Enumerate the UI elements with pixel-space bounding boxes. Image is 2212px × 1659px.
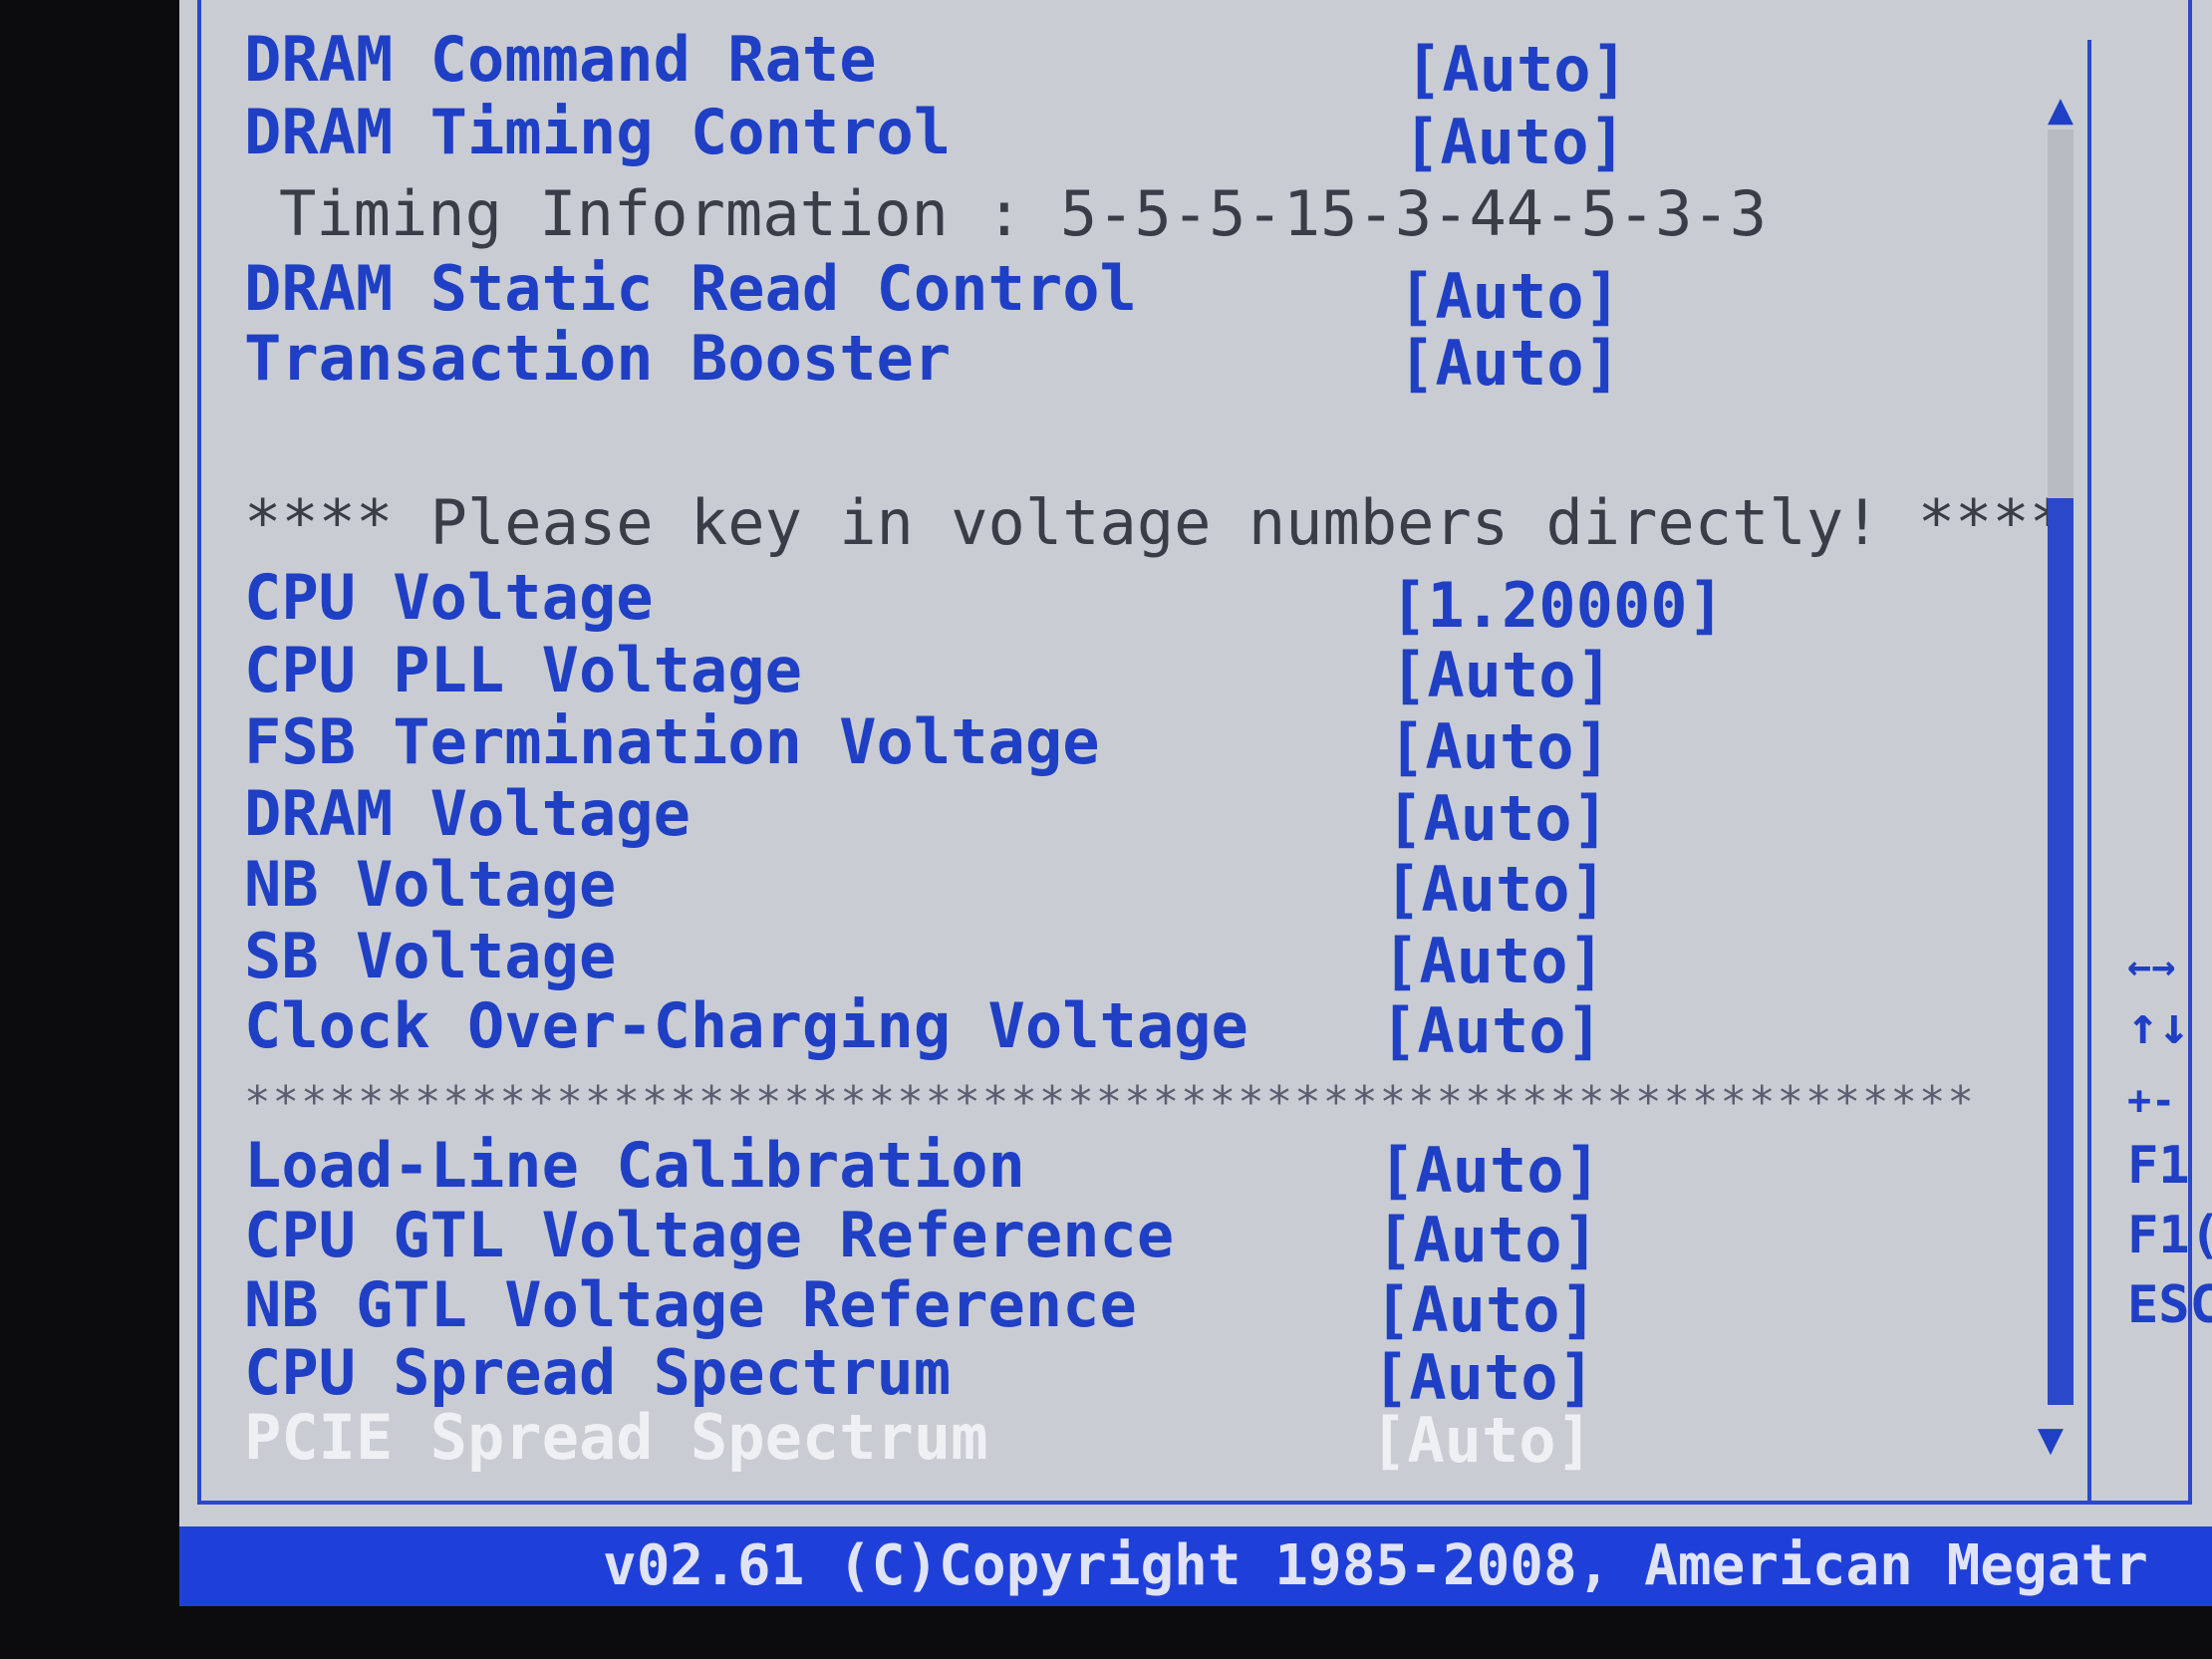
setting-value[interactable]: [Auto]	[1384, 855, 1607, 925]
footer-bar: v02.61 (C)Copyright 1985-2008, American …	[179, 1526, 2212, 1606]
setting-cpu-spread-spectrum[interactable]: CPU Spread Spectrum [Auto]	[244, 1336, 1595, 1413]
plus-minus-keys: +-	[2127, 1078, 2176, 1124]
setting-label: FSB Termination Voltage	[244, 705, 1100, 778]
setting-value[interactable]: [Auto]	[1388, 712, 1611, 782]
setting-label: PCIE Spread Spectrum	[244, 1401, 988, 1474]
help-panel-divider	[2087, 40, 2091, 1505]
left-right-keys-icon: ←→	[2127, 944, 2176, 989]
scrollbar-track[interactable]	[2048, 130, 2074, 1405]
timing-information: Timing Information : 5-5-5-15-3-44-5-3-3	[279, 177, 1768, 250]
setting-clock-over-charging-voltage[interactable]: Clock Over-Charging Voltage [Auto]	[244, 989, 1603, 1066]
setting-cpu-pll-voltage[interactable]: CPU PLL Voltage [Auto]	[244, 634, 1613, 710]
setting-value[interactable]: [Auto]	[1405, 35, 1628, 105]
setting-label: Transaction Booster	[244, 322, 952, 395]
setting-label: DRAM Command Rate	[244, 23, 877, 96]
copyright-text: v02.61 (C)Copyright 1985-2008, American …	[603, 1533, 2148, 1598]
setting-value[interactable]: [Auto]	[1386, 784, 1609, 854]
setting-dram-voltage[interactable]: DRAM Voltage [Auto]	[244, 777, 1609, 854]
setting-value[interactable]: [Auto]	[1403, 108, 1626, 177]
setting-value[interactable]: [Auto]	[1376, 1206, 1599, 1275]
setting-label: DRAM Static Read Control	[244, 252, 1137, 325]
scroll-down-icon[interactable]: ▼	[2031, 1423, 2071, 1457]
setting-label: Load-Line Calibration	[244, 1129, 1025, 1202]
setting-cpu-gtl-voltage-reference[interactable]: CPU GTL Voltage Reference [Auto]	[244, 1199, 1599, 1275]
scrollbar-thumb[interactable]	[2048, 498, 2074, 1405]
setting-nb-voltage[interactable]: NB Voltage [Auto]	[244, 848, 1607, 925]
f1-key-hint: F1	[2127, 1136, 2190, 1196]
setting-value[interactable]: [Auto]	[1370, 1406, 1593, 1476]
voltage-notice: **** Please key in voltage numbers direc…	[244, 486, 2068, 559]
setting-sb-voltage[interactable]: SB Voltage [Auto]	[244, 920, 1605, 996]
setting-dram-timing-control[interactable]: DRAM Timing Control [Auto]	[244, 96, 1626, 177]
setting-label: DRAM Timing Control	[244, 96, 952, 168]
setting-label: DRAM Voltage	[244, 777, 691, 850]
setting-value[interactable]: [Auto]	[1398, 262, 1621, 332]
separator-line: ****************************************…	[244, 1077, 1976, 1128]
setting-value[interactable]: [Auto]	[1398, 329, 1621, 399]
setting-nb-gtl-voltage-reference[interactable]: NB GTL Voltage Reference [Auto]	[244, 1268, 1597, 1345]
setting-label: Clock Over-Charging Voltage	[244, 989, 1248, 1062]
setting-value[interactable]: [Auto]	[1390, 641, 1613, 710]
setting-label: CPU PLL Voltage	[244, 634, 802, 706]
scroll-up-icon[interactable]: ▲	[2041, 93, 2080, 127]
setting-fsb-termination-voltage[interactable]: FSB Termination Voltage [Auto]	[244, 705, 1611, 782]
setting-transaction-booster[interactable]: Transaction Booster [Auto]	[244, 322, 1621, 399]
setting-cpu-voltage[interactable]: CPU Voltage [1.20000]	[244, 561, 1725, 641]
monitor-screen: DRAM Command Rate [Auto] DRAM Timing Con…	[0, 0, 2212, 1659]
setting-dram-static-read-control[interactable]: DRAM Static Read Control [Auto]	[244, 252, 1621, 332]
setting-load-line-calibration[interactable]: Load-Line Calibration [Auto]	[244, 1129, 1601, 1206]
setting-label: NB Voltage	[244, 848, 617, 921]
setting-label: CPU Spread Spectrum	[244, 1336, 952, 1409]
setting-value[interactable]: [Auto]	[1372, 1343, 1595, 1413]
setting-label: NB GTL Voltage Reference	[244, 1268, 1137, 1341]
setting-dram-command-rate[interactable]: DRAM Command Rate [Auto]	[244, 23, 1628, 105]
setting-value[interactable]: [Auto]	[1374, 1275, 1597, 1345]
setting-value[interactable]: [1.20000]	[1390, 571, 1725, 641]
setting-label: CPU GTL Voltage Reference	[244, 1199, 1175, 1271]
setting-label: SB Voltage	[244, 920, 617, 992]
setting-pcie-spread-spectrum[interactable]: PCIE Spread Spectrum [Auto]	[244, 1401, 1593, 1476]
f10-key-hint: F1(	[2127, 1206, 2212, 1265]
esc-key-hint: ESC	[2127, 1275, 2212, 1335]
bios-setup-panel: DRAM Command Rate [Auto] DRAM Timing Con…	[179, 0, 2212, 1594]
setting-value[interactable]: [Auto]	[1382, 927, 1605, 996]
setting-value[interactable]: [Auto]	[1378, 1136, 1601, 1206]
up-down-keys-icon: ↑↓	[2127, 996, 2190, 1056]
setting-label: CPU Voltage	[244, 561, 654, 634]
setting-value[interactable]: [Auto]	[1380, 996, 1603, 1066]
